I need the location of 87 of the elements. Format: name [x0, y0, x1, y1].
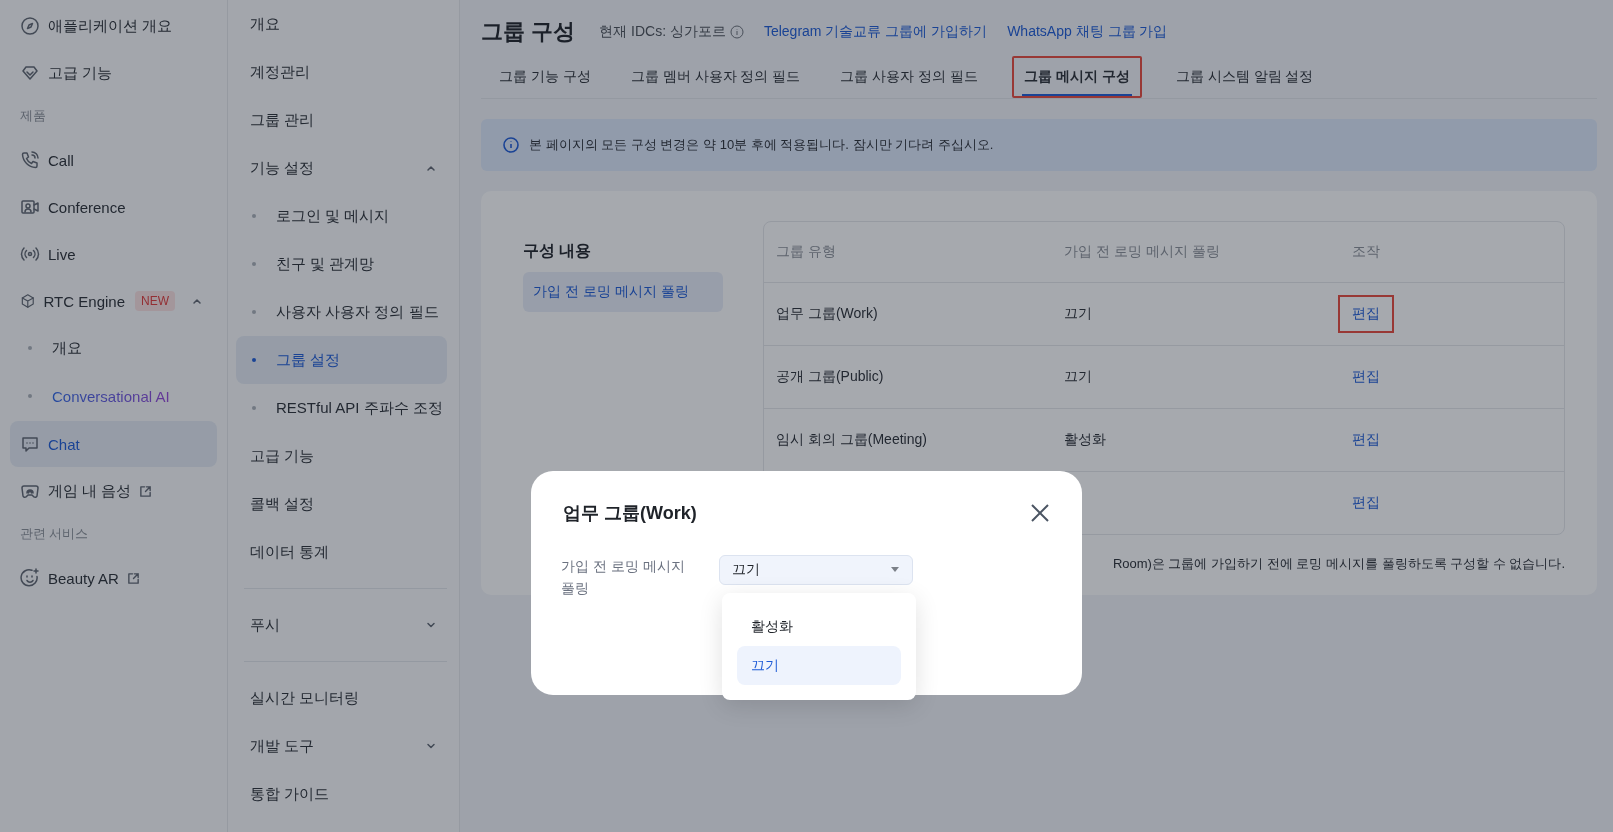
- nav-label: 그룹 설정: [276, 350, 341, 370]
- nav-item[interactable]: Conference: [10, 184, 217, 230]
- nav-group[interactable]: 기능 설정: [236, 144, 447, 192]
- nav-label: RTC Engine: [43, 292, 125, 310]
- nav-item[interactable]: 고급 기능: [10, 50, 217, 96]
- nav-label: 푸시: [250, 615, 280, 635]
- nav-label: 고급 기능: [48, 63, 113, 83]
- nav-label: Beauty AR: [48, 569, 119, 587]
- note-text: Room)은 그룹에 가입하기 전에 로밍 메시지를 풀링하도록 구성할 수 없습니다.: [1112, 555, 1565, 573]
- page-title: 그룹 구성: [481, 18, 576, 46]
- nav-subitem[interactable]: 그룹 설정: [236, 336, 447, 384]
- column-header: 조작: [1351, 242, 1381, 261]
- nav-subitem[interactable]: Conversational AI: [10, 372, 217, 420]
- tab[interactable]: 그룹 멤버 사용자 정의 필드: [618, 56, 813, 98]
- tab[interactable]: 그룹 기능 구성: [487, 56, 603, 98]
- nav-subitem[interactable]: 개요: [10, 324, 217, 372]
- column-header: 그룹 유형: [775, 242, 837, 261]
- nav-label: 그룹 관리: [250, 110, 315, 130]
- nav-item[interactable]: 데이터 통계: [236, 528, 447, 576]
- nav-item[interactable]: 애플리케이션 개요: [10, 3, 217, 49]
- nav-label: 개요: [250, 14, 280, 34]
- nav-subitem[interactable]: 로그인 및 메시지: [236, 192, 447, 240]
- nav-item[interactable]: 그룹 관리: [236, 96, 447, 144]
- field-label: 가입 전 로밍 메시지 풀링: [561, 557, 686, 598]
- nav-subitem[interactable]: 사용자 사용자 정의 필드: [236, 288, 447, 336]
- nav-item[interactable]: RTC Engine NEW: [10, 278, 217, 324]
- tab[interactable]: 그룹 시스템 알림 설정: [1163, 56, 1326, 98]
- table-cell: 끄기: [1064, 368, 1092, 384]
- tab[interactable]: 그룹 사용자 정의 필드: [828, 56, 990, 98]
- nav-label: 기능 설정: [250, 158, 315, 178]
- nav-label: 개발 도구: [250, 736, 315, 756]
- section-label: 제품: [19, 107, 47, 125]
- nav-label: 애플리케이션 개요: [48, 16, 173, 36]
- table-cell: 임시 회의 그룹(Meeting): [776, 431, 927, 447]
- community-link[interactable]: WhatsApp 채팅 그룹 가입: [1007, 23, 1168, 41]
- nav-label: Call: [48, 151, 74, 169]
- nav-group[interactable]: 푸시: [236, 601, 447, 649]
- nav-item[interactable]: 게임 내 음성: [10, 468, 217, 514]
- nav-label: 통합 가이드: [250, 784, 330, 804]
- config-item[interactable]: 가입 전 로밍 메시지 풀링: [523, 272, 723, 312]
- tab[interactable]: 그룹 메시지 구성: [1012, 56, 1142, 98]
- nav-label: 데이터 통계: [250, 542, 330, 562]
- edit-link[interactable]: 편집: [1338, 295, 1394, 333]
- nav-label: 게임 내 음성: [48, 481, 132, 501]
- nav-item[interactable]: Live: [10, 231, 217, 277]
- nav-item[interactable]: 고급 기능: [236, 432, 447, 480]
- nav-item[interactable]: 계정관리: [236, 48, 447, 96]
- section-label: 관련 서비스: [19, 525, 90, 543]
- table-cell: 공개 그룹(Public): [776, 368, 884, 384]
- new-badge: NEW: [135, 291, 175, 311]
- section-title: 구성 내용: [523, 241, 593, 261]
- nav-item[interactable]: Call: [10, 137, 217, 183]
- dropdown-option[interactable]: 끄기: [737, 646, 901, 685]
- nav-item[interactable]: 콜백 설정: [236, 480, 447, 528]
- nav-label: 사용자 사용자 정의 필드: [276, 302, 439, 322]
- nav-label: 실시간 모니터링: [250, 688, 360, 708]
- nav-label: RESTful API 주파수 조정: [276, 398, 443, 418]
- nav-label: Conference: [48, 198, 126, 216]
- idc-label: 현재 IDCs: 싱가포르: [599, 23, 726, 41]
- nav-label: 고급 기능: [250, 446, 315, 466]
- nav-label: Live: [48, 245, 76, 263]
- nav-item[interactable]: Beauty AR: [10, 555, 217, 601]
- community-link[interactable]: Telegram 기술교류 그룹에 가입하기: [763, 23, 988, 41]
- table-cell: 활성화: [1064, 431, 1106, 447]
- nav-item[interactable]: Chat: [10, 421, 217, 467]
- nav-group[interactable]: 개발 도구: [236, 722, 447, 770]
- nav-label: 로그인 및 메시지: [276, 206, 390, 226]
- edit-link[interactable]: 편집: [1338, 358, 1394, 396]
- nav-label: 개요: [52, 338, 82, 358]
- nav-subitem[interactable]: 친구 및 관계망: [236, 240, 447, 288]
- nav-label: 콜백 설정: [250, 494, 315, 514]
- nav-subitem[interactable]: RESTful API 주파수 조정: [236, 384, 447, 432]
- nav-item[interactable]: 실시간 모니터링: [236, 674, 447, 722]
- table-cell: 업무 그룹(Work): [776, 305, 878, 321]
- select-field[interactable]: 끄기: [719, 555, 913, 585]
- table-cell: 끄기: [1064, 305, 1092, 321]
- dropdown-option[interactable]: 활성화: [737, 607, 901, 646]
- dialog-title: 업무 그룹(Work): [563, 502, 697, 525]
- nav-item[interactable]: 개요: [236, 0, 447, 48]
- nav-label: 친구 및 관계망: [276, 254, 375, 274]
- edit-link[interactable]: 편집: [1338, 421, 1394, 459]
- nav-item[interactable]: 통합 가이드: [236, 770, 447, 818]
- nav-label: Chat: [48, 435, 80, 453]
- edit-link[interactable]: 편집: [1338, 484, 1394, 522]
- nav-label: 계정관리: [250, 62, 310, 82]
- banner-text: 본 페이지의 모든 구성 변경은 약 10분 후에 적용됩니다. 잠시만 기다려 주십시오.: [529, 136, 994, 154]
- column-header: 가입 전 로밍 메시지 풀링: [1063, 242, 1221, 261]
